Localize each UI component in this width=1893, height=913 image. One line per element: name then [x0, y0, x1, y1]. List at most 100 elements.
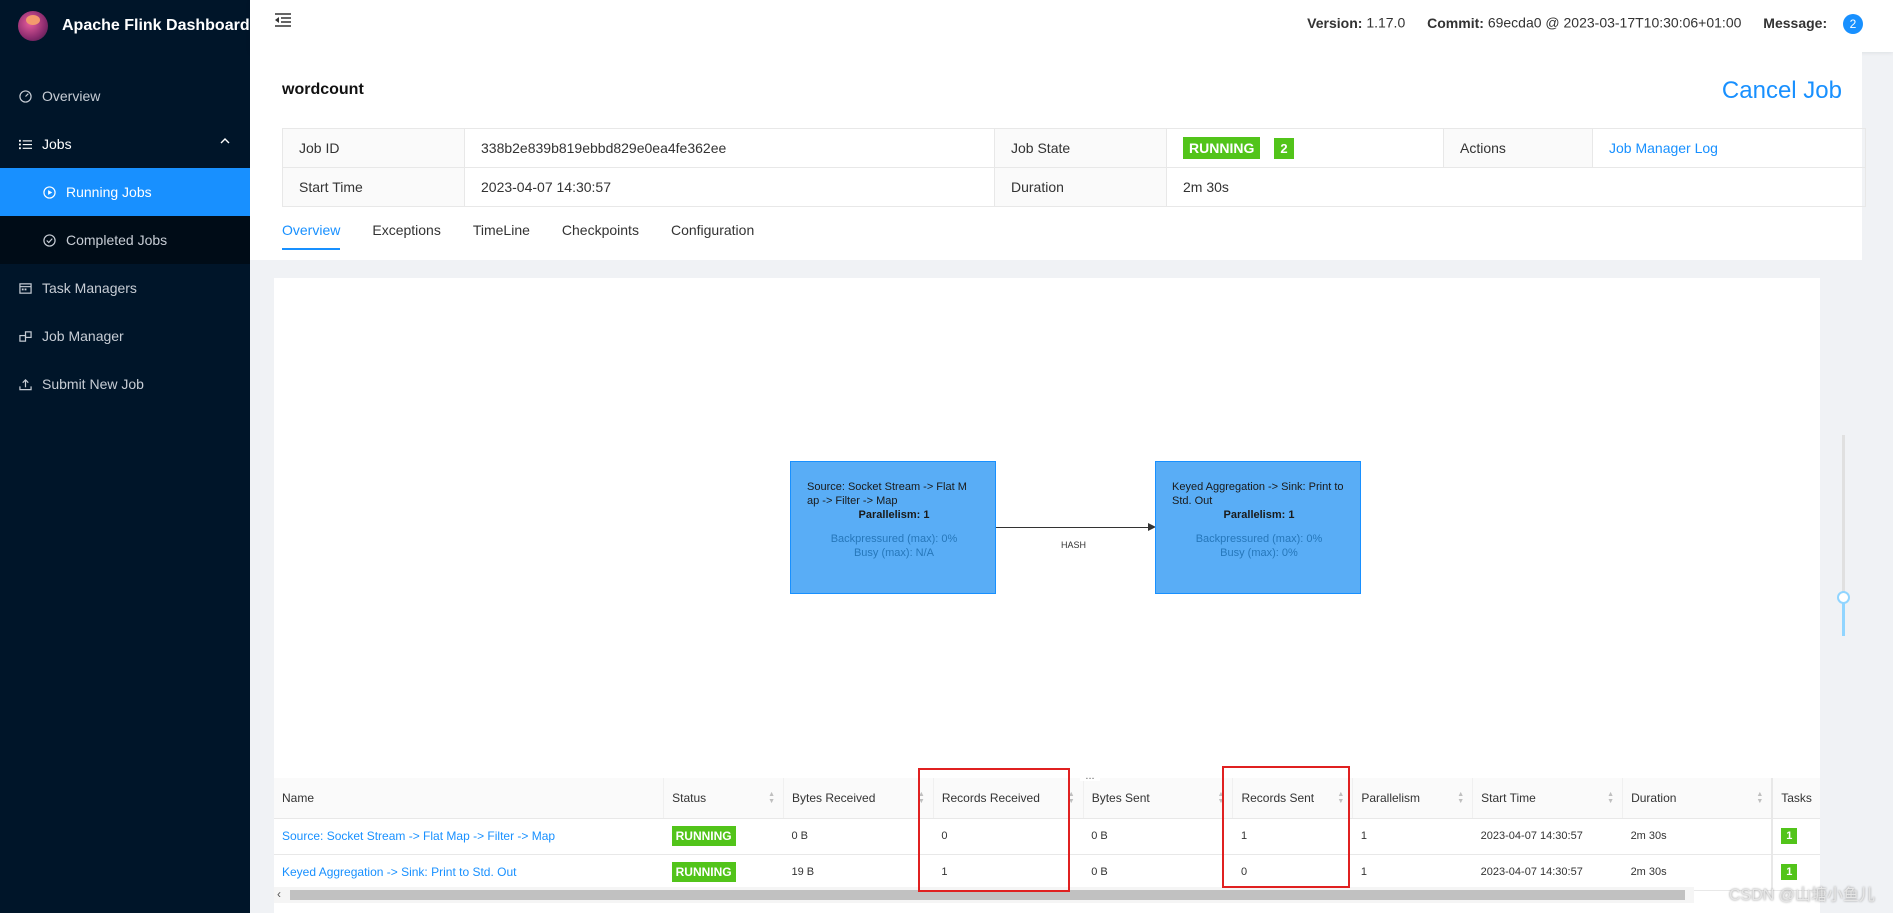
commit-value: 69ecda0 @ 2023-03-17T10:30:06+01:00: [1487, 14, 1742, 31]
column-header-bytes-received[interactable]: Bytes Received ▲ ▼: [783, 778, 934, 819]
job-state-badge: RUNNING: [1183, 137, 1261, 159]
sidebar-item-label: Completed Jobs: [66, 232, 168, 248]
actions-cell: Job Manager Log: [1592, 128, 1866, 168]
actions-label: Actions: [1443, 128, 1593, 168]
job-id-label: Job ID: [282, 128, 465, 168]
schedule-icon: [18, 281, 32, 295]
sidebar-item-label: Task Managers: [42, 280, 137, 296]
job-info-table: Job ID 338b2e839b819ebbd829e0ea4fe362ee …: [282, 128, 1866, 207]
task-count-badge: 1: [1781, 864, 1798, 880]
chevron-up-icon: [220, 136, 230, 148]
flink-logo-icon: [18, 11, 48, 41]
task-count-badge: 2: [1274, 138, 1294, 159]
sidebar-item-job-manager[interactable]: Job Manager: [0, 312, 250, 360]
version-label: Version:: [1307, 14, 1363, 31]
sidebar-item-overview[interactable]: Overview: [0, 72, 250, 120]
brand[interactable]: Apache Flink Dashboard: [0, 0, 250, 52]
node-busy: Busy (max): 0%: [1220, 547, 1298, 559]
panel-resize-handle[interactable]: ...: [1080, 771, 1100, 782]
column-header-start-time[interactable]: Start Time ▲ ▼: [1472, 778, 1623, 819]
sidebar-item-task-managers[interactable]: Task Managers: [0, 264, 250, 312]
status-badge: RUNNING: [671, 862, 736, 882]
list-icon: [18, 137, 32, 151]
job-tabs: Overview Exceptions TimeLine Checkpoints…: [282, 222, 786, 250]
duration-cell: 2m 30s: [1622, 818, 1773, 855]
version-value: 1.17.0: [1366, 14, 1406, 31]
message-count-badge[interactable]: 2: [1843, 14, 1863, 34]
job-summary-panel: wordcount Cancel Job Job ID 338b2e839b81…: [250, 52, 1866, 260]
bytes-received-cell: 19 B: [783, 854, 934, 891]
menu-fold-icon[interactable]: [274, 12, 292, 30]
node-backpressure: Backpressured (max): 0%: [830, 533, 958, 545]
sidebar-item-completed-jobs[interactable]: Completed Jobs: [0, 216, 250, 264]
bytes-received-cell: 0 B: [783, 818, 934, 855]
sort-icon[interactable]: ▲ ▼: [1756, 791, 1763, 805]
vertex-name-link[interactable]: Keyed Aggregation -> Sink: Print to Std.…: [274, 854, 664, 891]
sidebar-menu: Overview Jobs Running Jobs Completed Job…: [0, 72, 250, 408]
sort-icon[interactable]: ▲ ▼: [1607, 791, 1614, 805]
job-id-value: 338b2e839b819ebbd829e0ea4fe362ee: [464, 128, 995, 168]
vertex-name-link[interactable]: Source: Socket Stream -> Flat Map -> Fil…: [274, 818, 664, 855]
start-time-value: 2023-04-07 14:30:57: [464, 167, 995, 207]
column-header-tasks: Tasks: [1771, 778, 1820, 819]
message-label[interactable]: Message:: [1763, 15, 1827, 31]
column-header-parallelism[interactable]: Parallelism ▲ ▼: [1352, 778, 1473, 819]
status-badge: RUNNING: [671, 826, 736, 846]
duration-label: Duration: [994, 167, 1167, 207]
tab-configuration[interactable]: Configuration: [671, 222, 754, 250]
app-title: Apache Flink Dashboard: [62, 17, 250, 34]
column-header-status[interactable]: Status ▲ ▼: [663, 778, 784, 819]
start-time-label: Start Time: [282, 167, 465, 207]
sidebar-item-label: Running Jobs: [66, 184, 152, 200]
job-state-cell: RUNNING 2: [1166, 128, 1444, 168]
graph-node-sink[interactable]: Keyed Aggregation -> Sink: Print to Std.…: [1155, 461, 1361, 594]
job-graph-canvas[interactable]: Source: Socket Stream -> Flat M ap -> Fi…: [274, 278, 1820, 778]
start-time-cell: 2023-04-07 14:30:57: [1472, 854, 1623, 891]
tab-overview[interactable]: Overview: [282, 222, 341, 250]
watermark: CSDN @山塘小鱼儿: [1728, 887, 1875, 904]
task-count-badge: 1: [1781, 828, 1798, 844]
column-header-name: Name: [274, 778, 664, 819]
start-time-cell: 2023-04-07 14:30:57: [1472, 818, 1623, 855]
node-name: Source: Socket Stream -> Flat M ap -> Fi…: [807, 481, 967, 507]
sidebar-item-running-jobs[interactable]: Running Jobs: [0, 168, 250, 216]
column-header-duration[interactable]: Duration ▲ ▼: [1622, 778, 1773, 819]
tab-exceptions[interactable]: Exceptions: [372, 222, 440, 250]
sidebar-item-submit-new-job[interactable]: Submit New Job: [0, 360, 250, 408]
check-circle-icon: [42, 233, 56, 247]
top-header: Version: 1.17.0 Commit: 69ecda0 @ 2023-0…: [250, 0, 1893, 52]
node-name: Keyed Aggregation -> Sink: Print to Std.…: [1172, 481, 1344, 507]
status-cell: RUNNING: [663, 818, 784, 855]
duration-value: 2m 30s: [1166, 167, 1866, 207]
sidebar-item-label: Overview: [42, 88, 101, 104]
job-state-label: Job State: [994, 128, 1167, 168]
parallelism-cell: 1: [1352, 818, 1473, 855]
play-circle-icon: [42, 185, 56, 199]
job-manager-log-link[interactable]: Job Manager Log: [1609, 140, 1718, 156]
sort-icon[interactable]: ▲ ▼: [768, 791, 775, 805]
annotation-box-records-sent: [1222, 766, 1350, 888]
node-backpressure: Backpressured (max): 0%: [1195, 533, 1323, 545]
sidebar-item-label: Submit New Job: [42, 376, 144, 392]
version-info: Version: 1.17.0 Commit: 69ecda0 @ 2023-0…: [1289, 14, 1863, 34]
tasks-cell: 1: [1771, 818, 1820, 855]
node-parallelism: Parallelism: 1: [858, 509, 930, 521]
annotation-box-records-received: [918, 768, 1070, 892]
tab-checkpoints[interactable]: Checkpoints: [562, 222, 639, 250]
bytes-sent-cell: 0 B: [1083, 818, 1233, 855]
zoom-slider-handle[interactable]: [1837, 591, 1850, 604]
cancel-job-button[interactable]: Cancel Job: [1722, 77, 1842, 105]
sidebar-item-label: Job Manager: [42, 328, 124, 344]
sort-icon[interactable]: ▲ ▼: [1457, 791, 1464, 805]
bytes-sent-cell: 0 B: [1083, 854, 1233, 891]
parallelism-cell: 1: [1352, 854, 1473, 891]
edge-label: HASH: [1061, 540, 1087, 550]
graph-node-source[interactable]: Source: Socket Stream -> Flat M ap -> Fi…: [790, 461, 996, 594]
build-icon: [18, 329, 32, 343]
chevron-left-icon[interactable]: ‹: [277, 887, 281, 901]
dashboard-icon: [18, 89, 32, 103]
sidebar-item-jobs[interactable]: Jobs: [0, 120, 250, 168]
sidebar: Apache Flink Dashboard Overview Jobs Run…: [0, 0, 250, 913]
column-header-bytes-sent[interactable]: Bytes Sent ▲ ▼: [1082, 778, 1233, 819]
tab-timeline[interactable]: TimeLine: [473, 222, 530, 250]
